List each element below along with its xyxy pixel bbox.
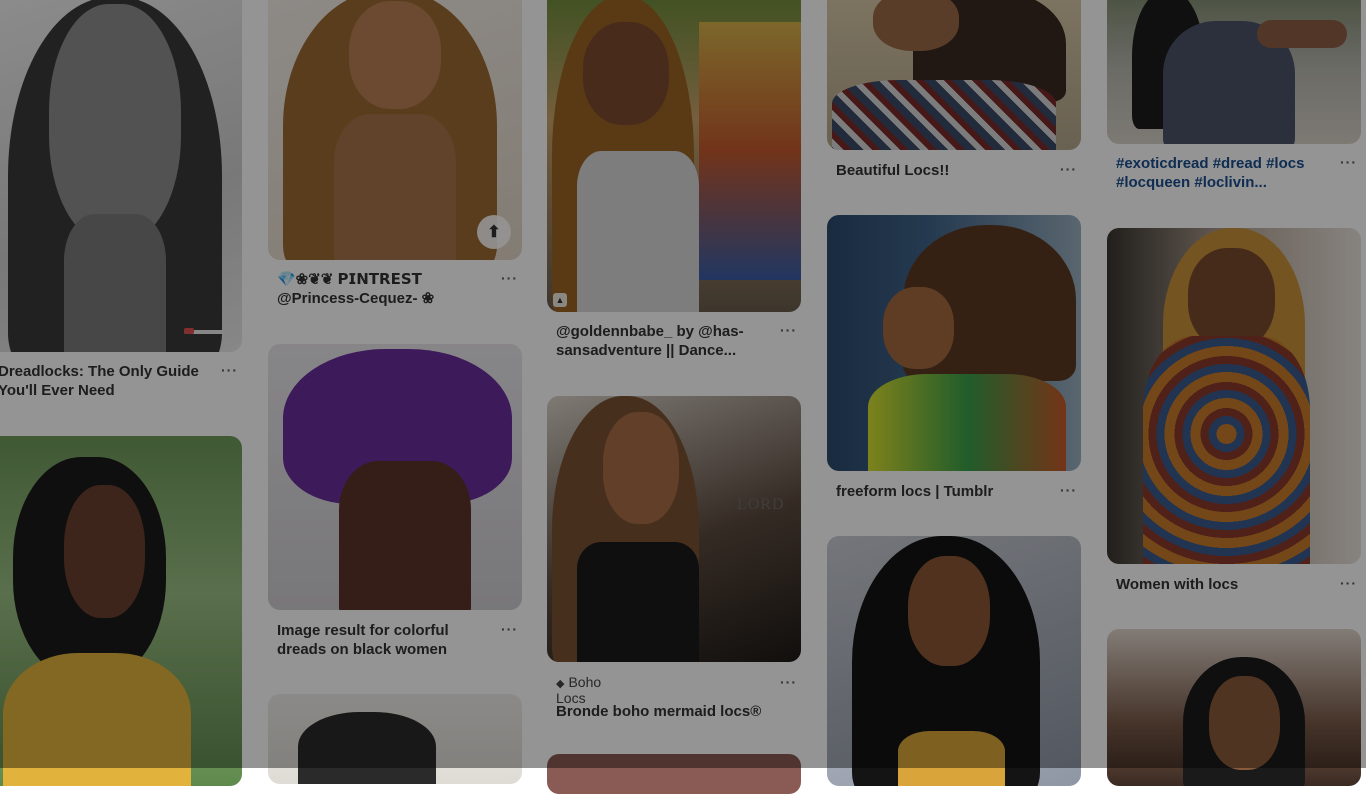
share-upload-icon[interactable]: ⬆ <box>477 215 511 249</box>
pin-title[interactable]: freeform locs | Tumblr <box>836 482 1048 502</box>
more-options-button[interactable]: ··· <box>501 270 518 286</box>
user-small-icon[interactable]: ▲ <box>553 293 567 307</box>
pin-title[interactable]: Dreadlocks: The Only Guide You'll Ever N… <box>0 362 210 402</box>
more-options-button[interactable]: ··· <box>780 322 797 338</box>
more-options-button[interactable]: ··· <box>221 362 238 378</box>
pin-title[interactable]: Image result for colorful dreads on blac… <box>277 621 489 661</box>
more-options-button[interactable]: ··· <box>1060 482 1077 498</box>
pin-title[interactable]: #exoticdread #dread #locs #locqueen #loc… <box>1116 154 1328 194</box>
more-options-button[interactable]: ··· <box>1060 161 1077 177</box>
more-options-button[interactable]: ··· <box>1340 154 1357 170</box>
pin-title[interactable]: 💎❀❦❦ 𝗣𝗜𝗡𝗧𝗥𝗘𝗦𝗧 @Princess-Cequez- ❀ YouTub… <box>277 270 489 310</box>
pin-image[interactable] <box>547 0 801 312</box>
more-options-button[interactable]: ··· <box>501 621 518 637</box>
pin-title[interactable]: Women with locs <box>1116 575 1328 595</box>
pin-image[interactable] <box>547 754 801 794</box>
pin-image[interactable] <box>827 0 1081 150</box>
pin-image[interactable] <box>0 436 242 786</box>
pin-title[interactable]: Beautiful Locs!! <box>836 161 1048 181</box>
pin-board: Dreadlocks: The Only Guide You'll Ever N… <box>0 0 1366 794</box>
tag-icon: ◆ <box>556 678 565 690</box>
pin-image[interactable] <box>268 344 522 610</box>
more-options-button[interactable]: ··· <box>780 674 797 690</box>
pin-image[interactable] <box>0 0 242 352</box>
pin-image[interactable] <box>1107 0 1361 144</box>
more-options-button[interactable]: ··· <box>1340 575 1357 591</box>
pin-image[interactable] <box>827 536 1081 786</box>
pin-title[interactable]: @goldennbabe_ by @has-sansadventure || D… <box>556 322 768 362</box>
pin-title[interactable]: Bronde boho mermaid locs® <box>556 702 786 722</box>
pin-image[interactable]: LORD <box>547 396 801 662</box>
pin-image[interactable] <box>1107 629 1361 786</box>
pin-image[interactable] <box>1107 228 1361 564</box>
pin-image[interactable] <box>268 694 522 784</box>
pin-image[interactable] <box>827 215 1081 471</box>
